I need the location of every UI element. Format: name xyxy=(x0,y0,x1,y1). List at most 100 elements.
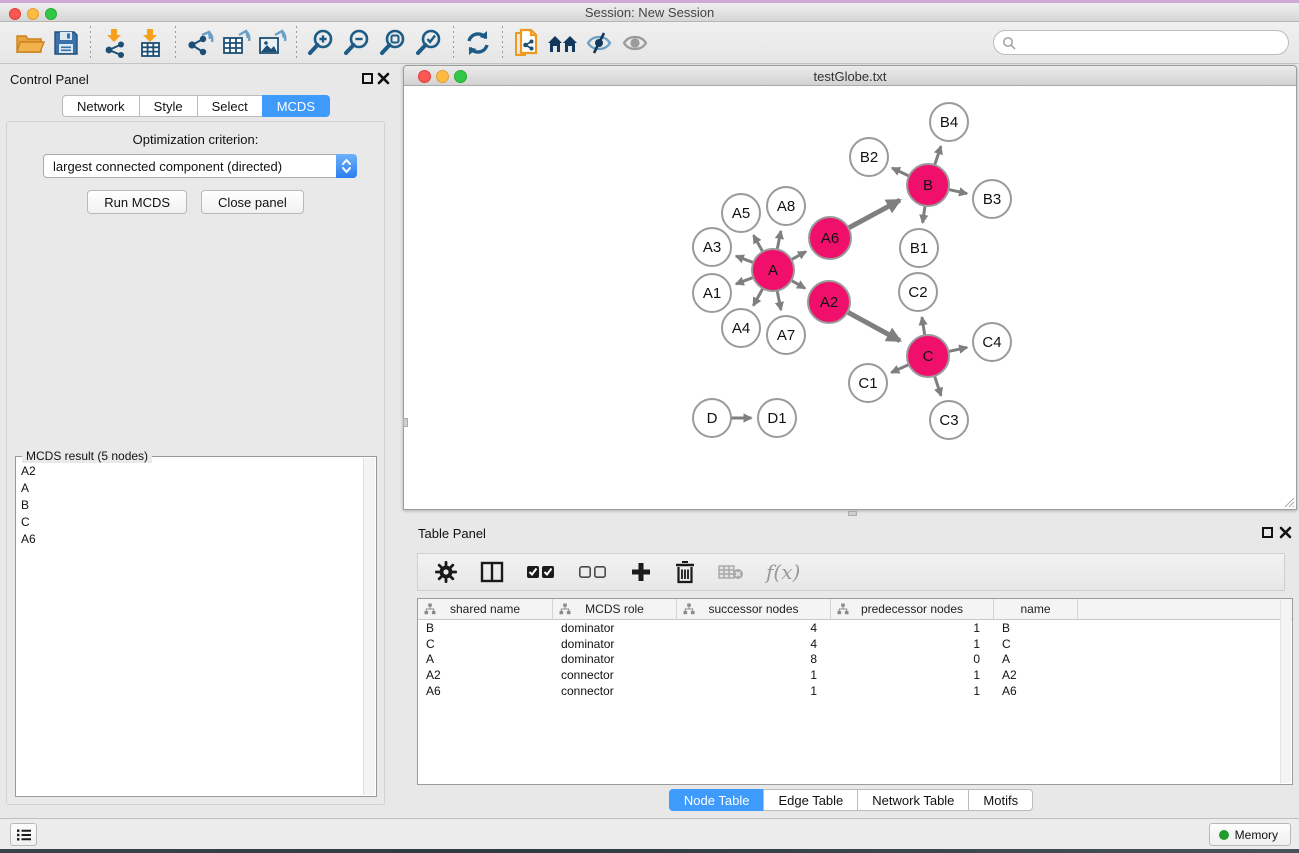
table-cell[interactable]: 8 xyxy=(677,651,831,667)
graph-edge-B-B2[interactable] xyxy=(892,168,911,177)
table-cell[interactable]: A xyxy=(994,651,1078,667)
table-cell[interactable]: dominator xyxy=(553,636,677,652)
table-cell[interactable]: A2 xyxy=(994,667,1078,683)
close-panel-icon[interactable] xyxy=(377,72,390,85)
close-panel-button[interactable]: Close panel xyxy=(201,190,304,214)
table-cell[interactable]: 0 xyxy=(831,651,994,667)
memory-button[interactable]: Memory xyxy=(1209,823,1291,846)
tab-motifs[interactable]: Motifs xyxy=(968,789,1033,811)
hide-panels-button[interactable] xyxy=(581,26,617,60)
table-cell[interactable]: C xyxy=(418,636,553,652)
export-network-button[interactable] xyxy=(182,26,218,60)
graph-edge-B-B4[interactable] xyxy=(934,146,941,167)
table-row[interactable]: A2connector11A2 xyxy=(418,667,1292,683)
tab-edge-table[interactable]: Edge Table xyxy=(763,789,857,811)
table-row[interactable]: A6connector11A6 xyxy=(418,683,1292,699)
graph-edge-C-C2[interactable] xyxy=(922,317,925,337)
run-mcds-button[interactable]: Run MCDS xyxy=(87,190,187,214)
toggle-columns-button[interactable] xyxy=(480,560,504,584)
column-header-shared-name[interactable]: shared name xyxy=(418,599,553,619)
add-column-button[interactable] xyxy=(630,561,652,583)
table-cell[interactable]: 1 xyxy=(831,667,994,683)
table-cell[interactable]: dominator xyxy=(553,651,677,667)
result-scrollbar[interactable] xyxy=(363,458,375,795)
table-cell[interactable]: connector xyxy=(553,683,677,699)
table-row[interactable]: Adominator80A xyxy=(418,651,1292,667)
tab-node-table[interactable]: Node Table xyxy=(669,789,764,811)
graph-edge-C-C1[interactable] xyxy=(891,364,910,373)
table-cell[interactable]: A6 xyxy=(994,683,1078,699)
column-header-MCDS-role[interactable]: MCDS role xyxy=(553,599,677,619)
tab-select[interactable]: Select xyxy=(197,95,262,117)
table-cell[interactable]: A2 xyxy=(418,667,553,683)
resize-grip-icon[interactable] xyxy=(1283,496,1295,508)
table-scrollbar[interactable] xyxy=(1280,600,1291,783)
table-cell[interactable]: dominator xyxy=(553,620,677,636)
delete-column-button[interactable] xyxy=(674,560,696,584)
open-session-button[interactable] xyxy=(12,26,48,60)
graph-edge-C-C3[interactable] xyxy=(934,374,941,396)
table-cell[interactable]: 4 xyxy=(677,636,831,652)
show-panels-button[interactable] xyxy=(617,26,653,60)
float-panel-icon[interactable] xyxy=(1262,527,1273,538)
table-cell[interactable]: 4 xyxy=(677,620,831,636)
result-item[interactable]: B xyxy=(17,497,363,514)
deselect-all-checkboxes-button[interactable] xyxy=(578,564,608,580)
save-session-button[interactable] xyxy=(48,26,84,60)
tab-mcds[interactable]: MCDS xyxy=(262,95,330,117)
result-item[interactable]: A2 xyxy=(17,463,363,480)
graph-edge-A-A7[interactable] xyxy=(777,289,781,310)
mcds-result-list[interactable]: A2ABCA6 xyxy=(17,463,363,795)
table-cell[interactable]: connector xyxy=(553,667,677,683)
table-cell[interactable]: 1 xyxy=(677,683,831,699)
zoom-fit-button[interactable] xyxy=(375,26,411,60)
home-button[interactable] xyxy=(545,26,581,60)
import-network-button[interactable] xyxy=(97,26,133,60)
table-cell[interactable]: 1 xyxy=(831,636,994,652)
result-item[interactable]: C xyxy=(17,514,363,531)
float-panel-icon[interactable] xyxy=(362,73,373,84)
tab-style[interactable]: Style xyxy=(139,95,197,117)
graph-edge-A-A3[interactable] xyxy=(736,256,755,263)
export-table-button[interactable] xyxy=(218,26,254,60)
graph-edge-A2-C[interactable] xyxy=(846,311,900,341)
table-cell[interactable]: 1 xyxy=(831,620,994,636)
search-input[interactable] xyxy=(1016,35,1288,50)
node-table[interactable]: shared name MCDS role successor nodes pr… xyxy=(417,598,1293,785)
graph-edge-A-A4[interactable] xyxy=(753,287,763,306)
show-task-history-button[interactable] xyxy=(10,823,37,846)
zoom-in-button[interactable] xyxy=(303,26,339,60)
table-options-button[interactable] xyxy=(434,560,458,584)
graph-edge-A-A5[interactable] xyxy=(754,235,764,253)
column-header-predecessor-nodes[interactable]: predecessor nodes xyxy=(831,599,994,619)
function-builder-button[interactable]: f(x) xyxy=(766,560,800,584)
new-network-from-selection-button[interactable] xyxy=(509,26,545,60)
table-cell[interactable]: B xyxy=(418,620,553,636)
canvas-horizontal-thumb[interactable] xyxy=(848,511,857,516)
close-panel-icon[interactable] xyxy=(1279,526,1292,539)
table-cell[interactable]: B xyxy=(994,620,1078,636)
table-cell[interactable]: A6 xyxy=(418,683,553,699)
column-header-successor-nodes[interactable]: successor nodes xyxy=(677,599,831,619)
graph-edge-C-C4[interactable] xyxy=(947,347,967,351)
table-cell[interactable]: C xyxy=(994,636,1078,652)
select-all-checkboxes-button[interactable] xyxy=(526,564,556,580)
export-image-button[interactable] xyxy=(254,26,290,60)
graph-edge-A6-B[interactable] xyxy=(847,200,900,229)
table-cell[interactable]: 1 xyxy=(831,683,994,699)
search-field[interactable] xyxy=(993,30,1289,55)
network-graph[interactable]: B4B2BB3A5A8A6A3B1AA1C2A2A4A7C4CC1DD1C3 xyxy=(406,86,1296,509)
zoom-selected-button[interactable] xyxy=(411,26,447,60)
network-canvas[interactable]: B4B2BB3A5A8A6A3B1AA1C2A2A4A7C4CC1DD1C3 xyxy=(406,86,1296,509)
zoom-out-button[interactable] xyxy=(339,26,375,60)
refresh-button[interactable] xyxy=(460,26,496,60)
table-row[interactable]: Cdominator41C xyxy=(418,636,1292,652)
tab-network-table[interactable]: Network Table xyxy=(857,789,968,811)
table-cell[interactable]: 1 xyxy=(677,667,831,683)
tab-network[interactable]: Network xyxy=(62,95,139,117)
result-item[interactable]: A xyxy=(17,480,363,497)
delete-table-button[interactable] xyxy=(718,562,744,582)
canvas-vertical-thumb[interactable] xyxy=(403,418,408,427)
graph-edge-A-A1[interactable] xyxy=(736,277,755,284)
table-cell[interactable]: A xyxy=(418,651,553,667)
